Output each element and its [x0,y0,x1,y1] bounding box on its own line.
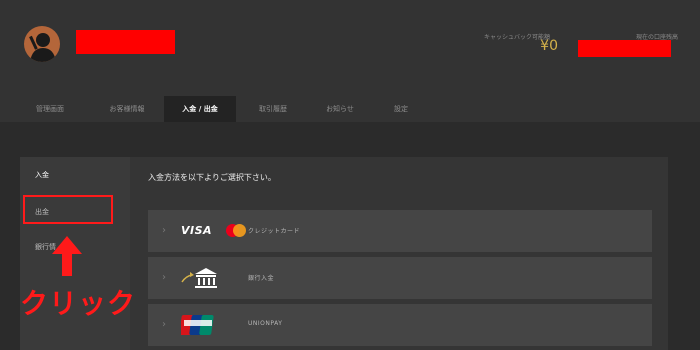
method-label: UNIONPAY [248,320,283,327]
method-label: クレジットカード [248,228,301,235]
method-credit-card[interactable]: › VISA クレジットカード [148,210,652,252]
visa-logo: VISA [181,224,213,237]
click-annotation: クリック [20,287,137,320]
user-avatar[interactable] [24,26,60,62]
arrow-up-icon [52,236,82,280]
sidebar-item-deposit[interactable]: 入金 [35,170,49,180]
redacted-username [76,30,175,54]
chevron-right-icon: › [162,272,166,283]
redacted-balance [578,40,671,57]
chevron-right-icon: › [162,225,166,236]
deposit-method-panel: 入金方法を以下よりご選択下さい。 › VISA クレジットカード › 銀行入金 … [130,157,668,350]
tab-dashboard[interactable]: 管理画面 [20,96,80,122]
tab-deposit-withdraw[interactable]: 入金 / 出金 [164,96,236,122]
method-bank-transfer[interactable]: › 銀行入金 [148,257,652,299]
method-unionpay[interactable]: › UNIONPAY [148,304,652,346]
tab-notices[interactable]: お知らせ [308,96,372,122]
main-tabs: 管理画面 お客様情報 入金 / 出金 取引履歴 お知らせ 設定 [0,96,700,122]
withdraw-highlight-box [23,195,113,224]
tab-settings[interactable]: 設定 [376,96,426,122]
account-header: キャッシュバック可能額 ¥0 現在の口座残高 管理画面 お客様情報 入金 / 出… [0,0,700,122]
bank-icon [180,266,220,294]
cashback-value: ¥0 [540,38,558,54]
deposit-method-title: 入金方法を以下よりご選択下さい。 [148,173,276,182]
unionpay-icon [179,314,215,336]
tab-trade-history[interactable]: 取引履歴 [242,96,304,122]
tab-customer-info[interactable]: お客様情報 [92,96,162,122]
chevron-right-icon: › [162,319,166,330]
method-label: 銀行入金 [248,275,275,282]
mastercard-icon [226,224,246,237]
